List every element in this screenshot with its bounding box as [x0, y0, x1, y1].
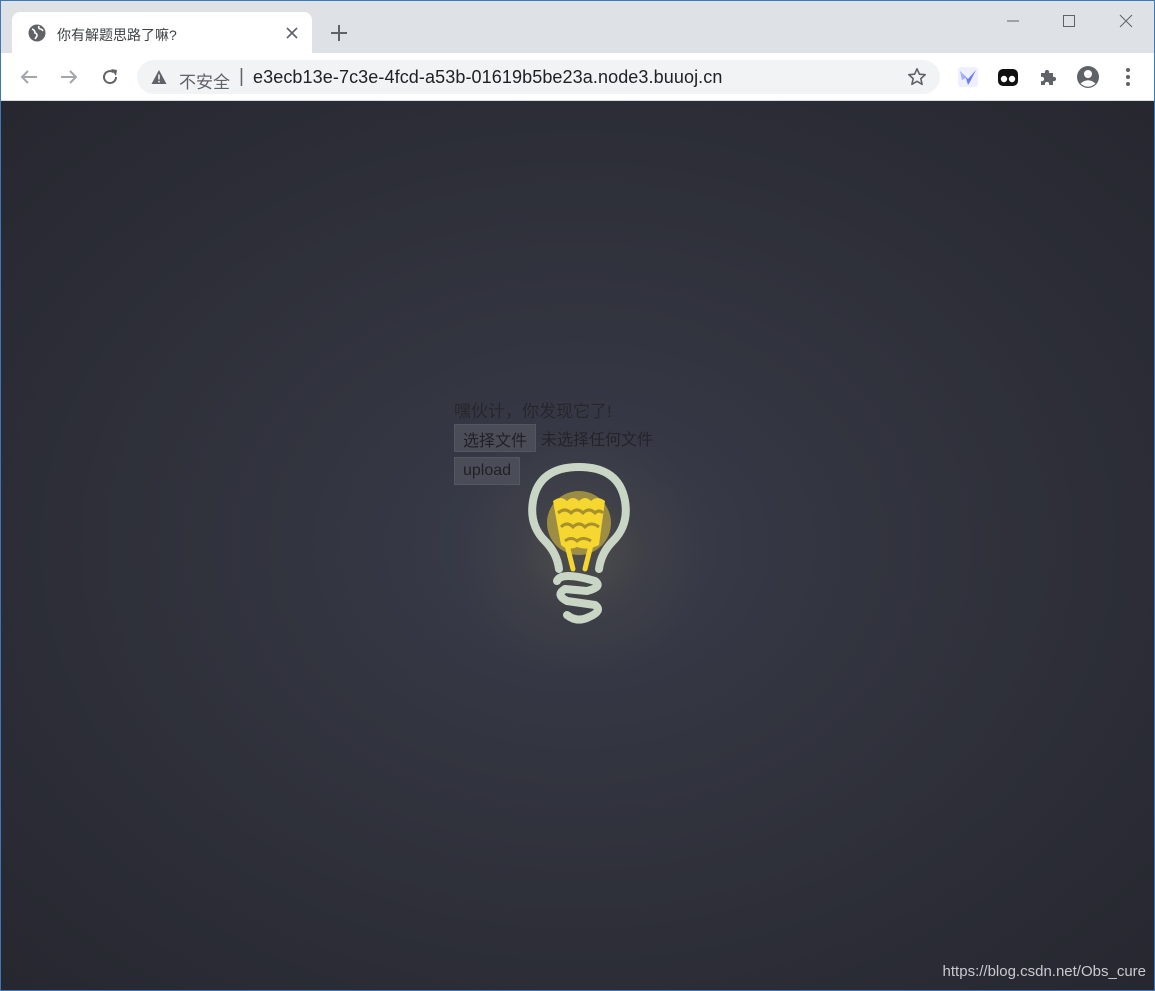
choose-file-button[interactable]: 选择文件: [454, 424, 537, 452]
account-icon[interactable]: [1076, 65, 1100, 89]
upload-row: upload: [454, 457, 653, 485]
close-window-icon[interactable]: [1103, 7, 1149, 35]
more-icon[interactable]: [1116, 65, 1140, 89]
upload-button[interactable]: upload: [454, 457, 521, 485]
forward-icon[interactable]: [55, 63, 83, 91]
minimize-icon[interactable]: [990, 7, 1036, 35]
tab-title: 你有解题思路了嘛?: [57, 27, 177, 43]
bird-extension-icon[interactable]: [956, 65, 980, 89]
watermark: https://blog.csdn.net/Obs_cure: [942, 963, 1146, 980]
warning-icon: [151, 70, 167, 84]
plus-icon[interactable]: [327, 21, 351, 45]
eyes-extension-icon[interactable]: [996, 65, 1020, 89]
tab-active[interactable]: 你有解题思路了嘛?: [12, 12, 312, 53]
no-file-label: 未选择任何文件: [541, 432, 654, 449]
back-icon[interactable]: [15, 63, 43, 91]
file-row: 选择文件 未选择任何文件: [454, 424, 653, 452]
puzzle-icon[interactable]: [1036, 65, 1060, 89]
upload-form: 嘿伙计，你发现它了! 选择文件 未选择任何文件 upload: [454, 397, 653, 485]
close-icon[interactable]: [282, 23, 302, 43]
maximize-icon[interactable]: [1046, 7, 1092, 35]
light-bulb-icon: [528, 462, 630, 624]
page-content: 嘿伙计，你发现它了! 选择文件 未选择任何文件 upload https://b…: [1, 101, 1154, 990]
address-separator: |: [239, 66, 244, 87]
globe-icon: [28, 24, 46, 42]
url-text[interactable]: e3ecb13e-7c3e-4fcd-a53b-01619b5be23a.nod…: [253, 67, 723, 88]
reload-icon[interactable]: [96, 63, 124, 91]
star-icon[interactable]: [907, 67, 927, 87]
security-label[interactable]: 不安全: [179, 68, 230, 93]
address-bar[interactable]: 不安全 | e3ecb13e-7c3e-4fcd-a53b-01619b5be2…: [137, 60, 940, 94]
browser-toolbar: 不安全 | e3ecb13e-7c3e-4fcd-a53b-01619b5be2…: [1, 53, 1154, 101]
tab-strip: 你有解题思路了嘛?: [1, 1, 1154, 53]
browser-window: 你有解题思路了嘛? 不安全 | e3ecb13e-7c3e-4fcd-a53b-…: [0, 0, 1155, 991]
hint-text: 嘿伙计，你发现它了!: [454, 402, 612, 421]
